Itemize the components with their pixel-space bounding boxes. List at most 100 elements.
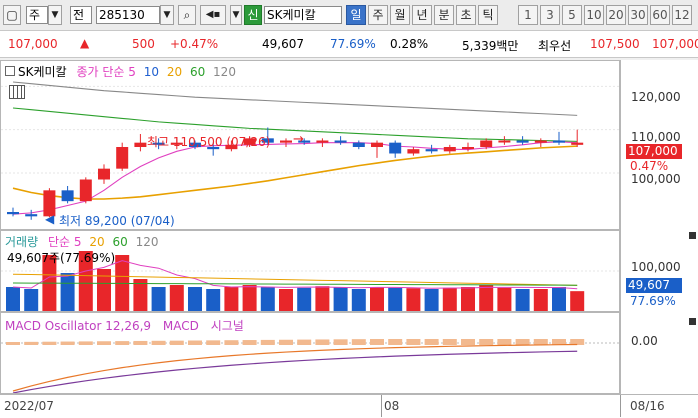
- macd-osc-bar: [78, 341, 93, 345]
- vol-ma-label: 단순: [47, 235, 71, 249]
- macd-osc-bar: [6, 342, 20, 345]
- candle-body: [25, 214, 38, 217]
- macd-osc-bar: [351, 339, 366, 345]
- window-icon[interactable]: ▢: [3, 5, 21, 25]
- volume-pane-title: 거래량: [5, 235, 39, 249]
- market-dropdown-icon[interactable]: ▼: [48, 5, 62, 25]
- volume-bar: [224, 287, 239, 311]
- search-icon[interactable]: ⌕: [178, 5, 196, 25]
- volume-close-icon[interactable]: [689, 232, 696, 239]
- volume-bar: [570, 291, 585, 311]
- macd-osc-bar: [424, 339, 439, 345]
- period-button[interactable]: 년: [412, 5, 432, 25]
- period-button[interactable]: 분: [434, 5, 454, 25]
- macd-axis: 0.00: [620, 312, 698, 394]
- macd-osc-bar: [297, 339, 312, 345]
- interval-button[interactable]: 20: [606, 5, 626, 25]
- vol-ma120-label: 120: [135, 235, 159, 249]
- macd-osc-bar: [115, 341, 130, 345]
- price-pane-title: SK케미칼: [18, 65, 67, 79]
- volume-bar: [370, 287, 384, 311]
- low-arrow-icon: ◀: [45, 212, 55, 226]
- volume-pane[interactable]: 거래량 단순 5 20 60 120 49,607주(77.69%): [0, 230, 620, 312]
- volume-bar: [206, 289, 221, 311]
- macd-osc-bar: [333, 339, 348, 345]
- candle-body: [443, 147, 456, 152]
- quote-bar: 107,000 ▲ 500 +0.47% 49,607 77.69% 0.28%…: [0, 31, 698, 58]
- interval-button[interactable]: 5: [562, 5, 582, 25]
- interval-button[interactable]: 10: [584, 5, 604, 25]
- macd-osc-bar: [206, 340, 221, 345]
- period-button[interactable]: 일: [346, 5, 366, 25]
- interval-button[interactable]: 30: [628, 5, 648, 25]
- macd-close-icon[interactable]: [689, 318, 696, 325]
- grid-table-icon[interactable]: [9, 85, 25, 99]
- stock-code-input[interactable]: 285130: [96, 6, 160, 24]
- price-chart: →◀: [1, 81, 619, 226]
- interval-button[interactable]: 60: [650, 5, 670, 25]
- period-button[interactable]: 틱: [478, 5, 498, 25]
- volume-bar: [279, 289, 293, 311]
- period-button[interactable]: 초: [456, 5, 476, 25]
- volume-ratio: 77.69%: [330, 37, 376, 51]
- macd-osc-bar: [242, 340, 257, 345]
- macd-line: [12, 343, 578, 392]
- volume-bar: [297, 287, 312, 311]
- macd-y-label: 0.00: [631, 334, 658, 348]
- volume-bar: [424, 289, 439, 311]
- candle-body: [425, 149, 438, 152]
- interval-button[interactable]: 12: [672, 5, 692, 25]
- volume-bar: [188, 287, 202, 311]
- code-dropdown-icon[interactable]: ▼: [160, 5, 174, 25]
- volume-bar: [552, 287, 566, 311]
- x-divider-end: [620, 395, 621, 417]
- volume-bar: [260, 287, 275, 311]
- volume-bar: [6, 287, 20, 311]
- candle-body: [462, 147, 474, 149]
- period-button[interactable]: 주: [368, 5, 388, 25]
- best-bid-price: 107,000: [652, 37, 698, 51]
- toolbar: ▢ 주 ▼ 전 285130 ▼ ⌕ ◀▪ ▼ 신 SK케미칼 일주월년분초틱 …: [0, 0, 698, 31]
- candle-body: [389, 142, 402, 154]
- high-annotation: 최고 110,500 (07/26): [147, 135, 271, 149]
- volume-bar: [533, 289, 548, 311]
- interval-button[interactable]: 1: [518, 5, 538, 25]
- price-current-pct: 0.47%: [630, 159, 669, 173]
- volume-bar: [315, 286, 330, 311]
- speaker-icon[interactable]: ◀▪: [200, 5, 226, 25]
- candle-body: [480, 140, 493, 147]
- signal-label: 시그널: [210, 319, 244, 333]
- volume-bar: [406, 288, 421, 311]
- x-axis: 2022/07 08 08/16: [0, 394, 698, 418]
- volume-current-tag: 49,607: [626, 278, 682, 293]
- volume-bar: [442, 287, 457, 311]
- x-label-end: 08/16: [630, 399, 665, 413]
- macd-pane-header: MACD Oscillator 12,26,9 MACD 시그널: [5, 317, 244, 334]
- ma120-line: [12, 81, 578, 116]
- candle-body: [7, 212, 19, 215]
- market-select[interactable]: 주: [26, 6, 48, 24]
- candle-body: [498, 140, 511, 143]
- volume-bar: [60, 273, 75, 311]
- period-button[interactable]: 월: [390, 5, 410, 25]
- vol-y-label: 100,000: [631, 260, 681, 274]
- name-dropdown-icon[interactable]: ▼: [230, 5, 242, 25]
- candle-body: [98, 168, 110, 180]
- volume-bar: [242, 285, 257, 311]
- macd-osc-bar: [279, 339, 293, 345]
- volume-bar: [24, 289, 39, 311]
- x-label-start: 2022/07: [4, 399, 54, 413]
- price-current-tag: 107,000: [626, 144, 682, 159]
- interval-button[interactable]: 3: [540, 5, 560, 25]
- volume-current-pct: 77.69%: [630, 294, 676, 308]
- volume-info: 49,607주(77.69%): [7, 251, 116, 265]
- volume-bar: [333, 287, 348, 311]
- ma5-label: 5: [128, 65, 136, 79]
- macd-osc-bar: [151, 340, 166, 345]
- x-label-mid: 08: [384, 399, 400, 413]
- low-annotation: 최저 89,200 (07/04): [59, 214, 175, 228]
- macd-osc-bar: [479, 339, 494, 345]
- macd-osc-bar: [315, 339, 330, 345]
- macd-pane[interactable]: MACD Oscillator 12,26,9 MACD 시그널: [0, 312, 620, 394]
- price-pane[interactable]: → ◀ SK케미칼 종가 단순 5 10 20 60 120 최고 110,500…: [0, 60, 620, 230]
